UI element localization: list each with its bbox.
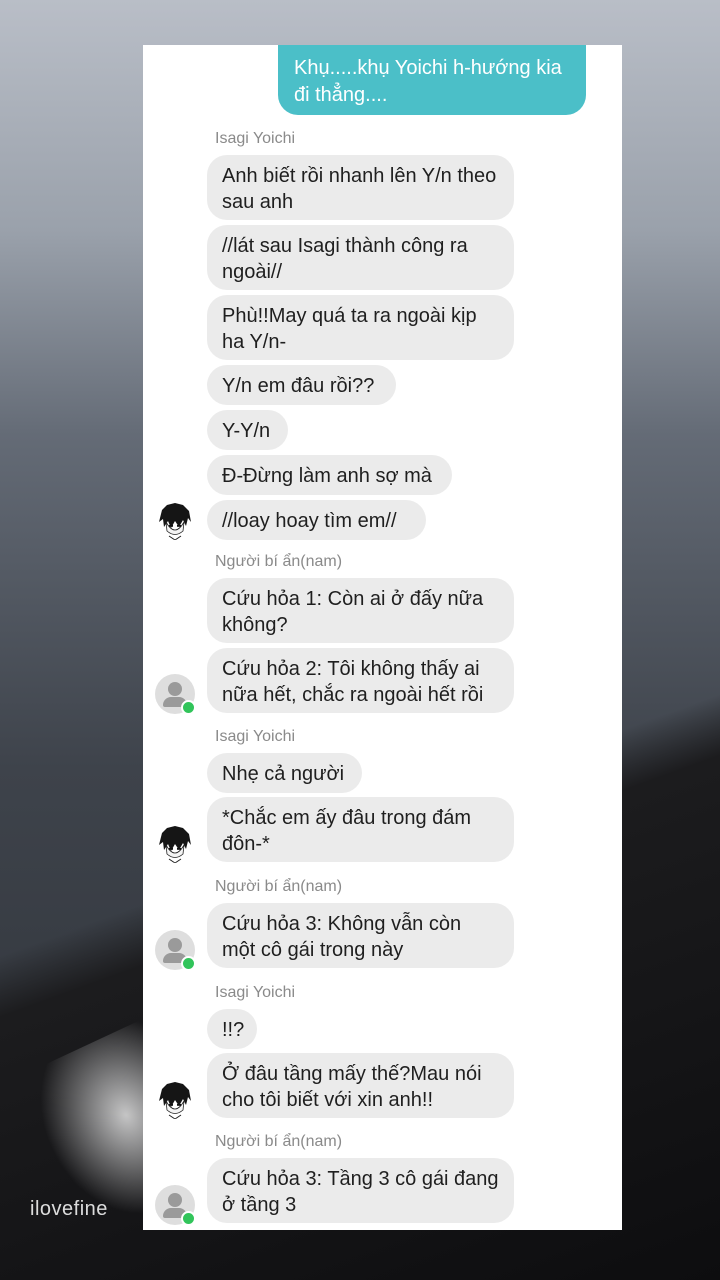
default-user-avatar[interactable] <box>155 674 196 715</box>
sender-name: Người bí ẩn(nam) <box>215 553 343 570</box>
anime-boy-avatar[interactable] <box>155 1079 195 1119</box>
received-message-bubble[interactable]: *Chắc em ấy đâu trong đám đôn-* <box>207 797 514 862</box>
received-message-bubble[interactable]: //lát sau Isagi thành công ra ngoài// <box>207 225 514 290</box>
anime-boy-avatar[interactable] <box>155 823 195 863</box>
sender-name: Người bí ẩn(nam) <box>215 878 343 895</box>
default-user-avatar[interactable] <box>155 1185 196 1226</box>
online-status-dot <box>181 956 196 971</box>
received-message-bubble[interactable]: Đ-Đừng làm anh sợ mà <box>207 455 452 495</box>
watermark: ilovefine <box>30 1198 108 1220</box>
received-message-bubble[interactable]: !!? <box>207 1009 257 1049</box>
online-status-dot <box>181 1211 196 1226</box>
sent-message-bubble[interactable]: Khụ.....khụ Yoichi h-hướng kia đi thẳng.… <box>278 45 586 115</box>
received-message-bubble[interactable]: Phù!!May quá ta ra ngoài kịp ha Y/n- <box>207 295 514 360</box>
received-message-bubble[interactable]: Y/n em đâu rồi?? <box>207 365 396 405</box>
sender-name: Isagi Yoichi <box>215 728 296 745</box>
sender-name: Isagi Yoichi <box>215 984 296 1001</box>
default-user-avatar[interactable] <box>155 930 196 971</box>
sender-name: Isagi Yoichi <box>215 130 296 147</box>
received-message-bubble[interactable]: Cứu hỏa 3: Không vẫn còn một cô gái tron… <box>207 903 514 968</box>
received-message-bubble[interactable]: Anh biết rồi nhanh lên Y/n theo sau anh <box>207 155 514 220</box>
received-message-bubble[interactable]: Cứu hỏa 2: Tôi không thấy ai nữa hết, ch… <box>207 648 514 713</box>
chat-panel[interactable]: Khụ.....khụ Yoichi h-hướng kia đi thẳng.… <box>143 45 622 1230</box>
user-silhouette-icon <box>168 682 182 696</box>
received-message-bubble[interactable]: Cứu hỏa 1: Còn ai ở đấy nữa không? <box>207 578 514 643</box>
received-message-bubble[interactable]: //loay hoay tìm em// <box>207 500 426 540</box>
received-message-bubble[interactable]: Y-Y/n <box>207 410 288 450</box>
online-status-dot <box>181 700 196 715</box>
anime-boy-avatar[interactable] <box>155 500 195 540</box>
user-silhouette-icon <box>168 938 182 952</box>
sender-name: Người bí ẩn(nam) <box>215 1133 343 1150</box>
received-message-bubble[interactable]: Cứu hỏa 3: Tầng 3 cô gái đang ở tầng 3 <box>207 1158 514 1223</box>
user-silhouette-icon <box>168 1193 182 1207</box>
received-message-bubble[interactable]: Nhẹ cả người <box>207 753 362 793</box>
received-message-bubble[interactable]: Ở đâu tầng mấy thế?Mau nói cho tôi biết … <box>207 1053 514 1118</box>
